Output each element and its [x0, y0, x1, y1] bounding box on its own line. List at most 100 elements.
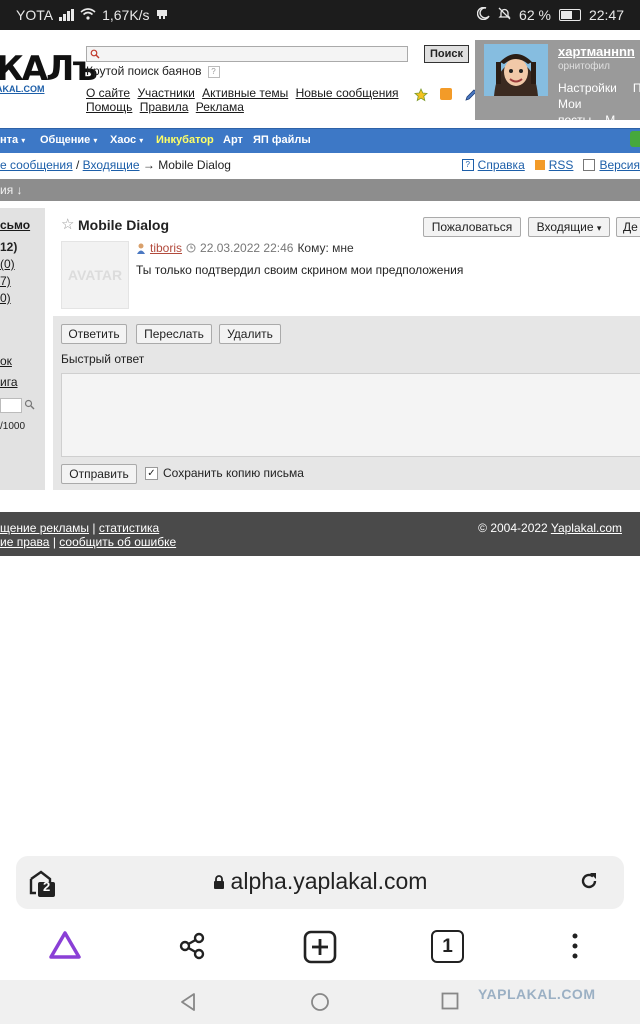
reload-icon[interactable]	[578, 870, 600, 898]
url-display[interactable]: alpha.yaplakal.com	[0, 868, 640, 895]
help-icon[interactable]: ?	[207, 65, 220, 78]
mute-icon	[498, 7, 511, 23]
tab-pages-count: 1	[442, 936, 453, 957]
search-input[interactable]	[86, 46, 408, 62]
sidebar-item-5[interactable]: ок	[0, 354, 12, 368]
recents-icon[interactable]	[441, 992, 459, 1010]
message-body: Ты только подтвердил своим скрином мои п…	[136, 263, 464, 277]
battery-percent: 62 %	[519, 7, 551, 23]
delete-button[interactable]: Удалить	[219, 324, 281, 344]
my-posts-link[interactable]: Мои посты	[558, 97, 591, 127]
share-icon[interactable]	[178, 932, 206, 960]
rss-link[interactable]: RSS	[549, 158, 574, 172]
nav-ads[interactable]: Реклама	[196, 100, 244, 114]
moon-icon	[476, 6, 490, 23]
menu-item-incubator[interactable]: Инкубатор	[156, 134, 214, 146]
more-vertical-icon[interactable]	[569, 932, 581, 960]
print-icon	[583, 159, 596, 171]
chevron-down-icon: ▾	[139, 136, 144, 145]
browser-toolbar: 1	[0, 918, 640, 974]
tab-switcher-button[interactable]: 1	[431, 930, 464, 963]
footer: щение рекламы | статистика ие права | со…	[0, 512, 640, 556]
search-hint-text: Крутой поиск баянов	[86, 64, 202, 78]
lock-icon	[213, 875, 224, 890]
signal-icon	[59, 9, 75, 21]
add-icon[interactable]	[630, 131, 640, 147]
message-author[interactable]: tiboris	[150, 241, 182, 255]
version-link[interactable]: Версия	[599, 158, 640, 172]
folder-dropdown-label: Входящие	[536, 220, 594, 234]
footer-stats-link[interactable]: статистика	[99, 521, 159, 535]
complain-button[interactable]: Пожаловаться	[423, 217, 521, 237]
dialog-title: Mobile Dialog	[78, 217, 169, 233]
battery-icon	[558, 9, 581, 21]
sidebar-search-input[interactable]	[0, 398, 22, 413]
breadcrumb-messages[interactable]: е сообщения	[0, 158, 73, 172]
nav-members[interactable]: Участники	[137, 86, 194, 100]
site-logo[interactable]: КАЛъ AKAL.COM	[0, 52, 98, 94]
user-avatar[interactable]	[484, 44, 548, 96]
save-copy-option[interactable]: ✓ Сохранить копию письма	[145, 466, 304, 480]
menu-item-files[interactable]: ЯП файлы	[253, 134, 311, 146]
menu-item-communication[interactable]: Общение ▾	[40, 134, 97, 146]
nav-help[interactable]: Помощь	[86, 100, 132, 114]
carrier: YOTA	[16, 7, 54, 23]
sidebar-item-2[interactable]: (0)	[0, 257, 15, 271]
rss-icon[interactable]	[440, 88, 452, 100]
alice-icon[interactable]	[48, 930, 82, 960]
footer-rights-link[interactable]: ие права	[0, 535, 49, 549]
back-icon[interactable]	[178, 992, 198, 1012]
message-date: 22.03.2022 22:46	[200, 241, 294, 255]
menu-item-art[interactable]: Арт	[223, 134, 243, 146]
storage-counter: /1000	[0, 421, 26, 432]
nav-rules[interactable]: Правила	[140, 100, 189, 114]
reply-button[interactable]: Ответить	[61, 324, 127, 344]
search-icon[interactable]	[24, 399, 35, 410]
header-icons	[414, 88, 478, 102]
home-icon[interactable]	[310, 992, 330, 1012]
footer-report-link[interactable]: сообщить об ошибке	[59, 535, 176, 549]
folder-dropdown[interactable]: Входящие ▾	[528, 217, 610, 237]
new-tab-icon[interactable]	[303, 930, 337, 964]
delete-top-button[interactable]: Де	[616, 217, 640, 237]
star-icon[interactable]	[414, 88, 428, 102]
sidebar-inbox[interactable]: 12)	[0, 240, 17, 254]
sidebar-item-4[interactable]: 0)	[0, 291, 11, 305]
page-tools: ? Справка RSS Версия	[461, 158, 640, 172]
net-speed: 1,67K/s	[102, 7, 150, 23]
quick-reply-textarea[interactable]	[61, 373, 640, 457]
breadcrumb-arrow: →	[142, 158, 155, 172]
search-button[interactable]: Поиск	[424, 45, 469, 63]
save-copy-label: Сохранить копию письма	[163, 466, 304, 480]
star-outline-icon[interactable]: ☆	[61, 215, 74, 233]
user-name[interactable]: хартманнnn	[558, 44, 635, 59]
search-hint[interactable]: Крутой поиск баянов?	[86, 64, 220, 78]
section-bar[interactable]: ия ↓	[0, 179, 640, 201]
forward-button[interactable]: Переслать	[136, 324, 212, 344]
send-button[interactable]: Отправить	[61, 464, 137, 484]
save-copy-checkbox[interactable]: ✓	[145, 466, 158, 480]
menu-item-lenta[interactable]: нта ▾	[0, 134, 25, 146]
user-nav-cut-2[interactable]: М	[605, 113, 615, 127]
menu-item-chaos[interactable]: Хаос ▾	[110, 134, 143, 146]
user-nav-cut-1[interactable]: П	[633, 81, 640, 95]
nav-new-messages[interactable]: Новые сообщения	[296, 86, 399, 100]
help-icon: ?	[461, 159, 474, 171]
sidebar-new-letter[interactable]: сьмо	[0, 218, 30, 232]
sidebar: сьмо 12) (0) 7) 0) ок ига /1000	[0, 208, 45, 490]
sidebar-item-3[interactable]: 7)	[0, 274, 11, 288]
url-text: alpha.yaplakal.com	[230, 868, 428, 894]
menu-label: Общение	[40, 134, 91, 146]
breadcrumb-inbox[interactable]: Входящие	[83, 158, 140, 172]
nav-active-topics[interactable]: Активные темы	[202, 86, 288, 100]
quick-reply-label: Быстрый ответ	[61, 352, 145, 366]
sidebar-item-6[interactable]: ига	[0, 375, 18, 389]
nav-about[interactable]: О сайте	[86, 86, 130, 100]
settings-link[interactable]: Настройки	[558, 81, 617, 95]
help-link[interactable]: Справка	[478, 158, 525, 172]
header-nav: О сайте Участники Активные темы Новые со…	[86, 86, 406, 114]
footer-site-link[interactable]: Yaplakal.com	[551, 521, 622, 535]
user-icon	[137, 243, 145, 254]
footer-ads-link[interactable]: щение рекламы	[0, 521, 89, 535]
clock-icon	[186, 243, 196, 253]
